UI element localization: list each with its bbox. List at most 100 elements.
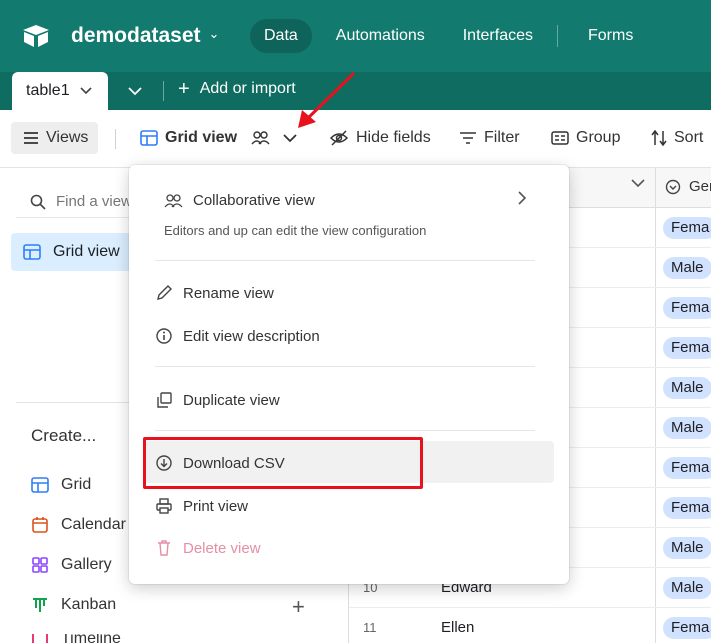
gender-column-header[interactable]: Gen	[665, 178, 711, 195]
gender-pill[interactable]: Male	[663, 417, 711, 439]
kanban-icon	[33, 598, 47, 612]
create-calendar-label: Calendar	[61, 516, 126, 533]
gender-pill[interactable]: Male	[663, 257, 711, 279]
edit-view-description-label: Edit view description	[183, 327, 320, 345]
chevron-down-icon	[283, 134, 297, 143]
nav-divider	[557, 25, 558, 47]
filter-label: Filter	[484, 129, 520, 146]
sort-button[interactable]: Sort	[651, 122, 703, 154]
menu-collaborative-view[interactable]: Collaborative view	[163, 192, 315, 209]
red-arrow-annotation-icon	[298, 71, 356, 128]
group-button[interactable]: Group	[551, 122, 620, 154]
duplicate-view-label: Duplicate view	[183, 391, 280, 409]
menu-print-view[interactable]: Print view	[155, 497, 248, 515]
collaborative-view-description: Editors and up can edit the view configu…	[164, 223, 427, 238]
top-app-bar: demodataset ⌄ Data Automations Interface…	[0, 0, 711, 72]
table-row[interactable]: 11 Ellen Fema	[349, 608, 711, 643]
gender-pill[interactable]: Fema	[663, 217, 711, 239]
collaborative-icon	[251, 131, 270, 145]
duplicate-icon	[157, 392, 172, 408]
rename-view-label: Rename view	[183, 284, 274, 302]
create-grid[interactable]: Grid	[31, 476, 91, 494]
top-nav: Data Automations Interfaces Forms	[250, 19, 657, 53]
create-kanban[interactable]: Kanban	[31, 596, 116, 614]
add-or-import-label: Add or import	[199, 80, 296, 97]
gender-pill[interactable]: Fema	[663, 297, 711, 319]
grid-icon	[140, 130, 158, 146]
nav-interfaces[interactable]: Interfaces	[449, 19, 547, 53]
create-timeline-label: Timeline	[61, 634, 121, 643]
tab-divider	[163, 81, 164, 101]
chevron-right-icon[interactable]	[517, 191, 527, 205]
search-icon	[30, 194, 46, 210]
sort-icon	[651, 130, 667, 146]
gender-pill[interactable]: Male	[663, 577, 711, 599]
grid-view-label: Grid view	[165, 129, 238, 146]
menu-rename-view[interactable]: Rename view	[155, 284, 274, 302]
grid-icon	[23, 244, 41, 260]
menu-duplicate-view[interactable]: Duplicate view	[155, 391, 280, 409]
nav-data[interactable]: Data	[250, 19, 312, 53]
menu-divider	[155, 260, 535, 261]
create-gallery-label: Gallery	[61, 556, 112, 573]
grid-view-menu-button[interactable]: Grid view	[140, 122, 297, 154]
tab-table1-label: table1	[26, 82, 70, 99]
gender-pill[interactable]: Male	[663, 537, 711, 559]
plus-icon: +	[178, 78, 190, 100]
row-number: 11	[363, 620, 377, 635]
chevron-down-icon: ⌄	[208, 26, 220, 41]
delete-view-label: Delete view	[183, 539, 261, 557]
gender-pill[interactable]: Male	[663, 377, 711, 399]
printer-icon	[156, 498, 172, 514]
create-timeline[interactable]: Timeline	[31, 634, 121, 643]
group-icon	[551, 131, 569, 145]
gender-pill[interactable]: Fema	[663, 617, 711, 639]
menu-divider	[155, 430, 535, 431]
timeline-icon	[32, 634, 48, 643]
chevron-down-icon[interactable]	[631, 178, 645, 188]
base-name: demodataset	[71, 24, 201, 47]
views-label: Views	[46, 129, 89, 146]
collaborative-view-label: Collaborative view	[193, 192, 315, 209]
create-gallery[interactable]: Gallery	[31, 556, 112, 574]
base-logo-icon[interactable]	[22, 24, 50, 48]
menu-divider	[155, 366, 535, 367]
group-label: Group	[576, 129, 621, 146]
gender-pill[interactable]: Fema	[663, 337, 711, 359]
base-name-menu[interactable]: demodataset ⌄	[71, 24, 219, 48]
menu-delete-view[interactable]: Delete view	[155, 539, 261, 557]
create-kanban-label: Kanban	[61, 596, 117, 613]
create-calendar[interactable]: Calendar	[31, 516, 126, 534]
tab-table1[interactable]: table1	[12, 72, 108, 110]
add-kanban-plus-icon[interactable]: +	[292, 594, 305, 620]
menu-edit-view-description[interactable]: Edit view description	[155, 327, 320, 345]
create-section-title: Create...	[31, 426, 97, 445]
nav-forms[interactable]: Forms	[574, 19, 647, 53]
hamburger-icon	[24, 132, 38, 144]
filter-button[interactable]: Filter	[459, 122, 520, 154]
trash-icon	[158, 540, 170, 556]
find-view-placeholder: Find a view	[56, 193, 132, 210]
grid-icon	[31, 477, 49, 493]
name-cell[interactable]: Ellen	[441, 619, 474, 636]
gender-pill[interactable]: Fema	[663, 457, 711, 479]
nav-automations[interactable]: Automations	[322, 19, 439, 53]
hide-fields-label: Hide fields	[356, 129, 431, 146]
create-grid-label: Grid	[61, 476, 92, 493]
info-icon	[156, 328, 172, 344]
calendar-icon	[32, 517, 48, 533]
download-csv-highlight-annotation	[143, 437, 423, 489]
tables-dropdown-icon[interactable]	[128, 86, 142, 96]
chevron-down-icon	[80, 87, 92, 95]
views-toggle-button[interactable]: Views	[11, 122, 98, 154]
sidebar-item-label: Grid view	[53, 243, 120, 260]
single-select-icon	[665, 179, 681, 194]
sort-label: Sort	[674, 129, 704, 146]
add-or-import-button[interactable]: + Add or import	[178, 78, 296, 100]
gallery-icon	[32, 557, 48, 573]
toolbar-divider	[115, 129, 116, 149]
print-view-label: Print view	[183, 497, 249, 515]
gender-pill[interactable]: Fema	[663, 497, 711, 519]
eye-slash-icon	[329, 130, 349, 146]
gender-header-label: Gen	[689, 178, 711, 195]
